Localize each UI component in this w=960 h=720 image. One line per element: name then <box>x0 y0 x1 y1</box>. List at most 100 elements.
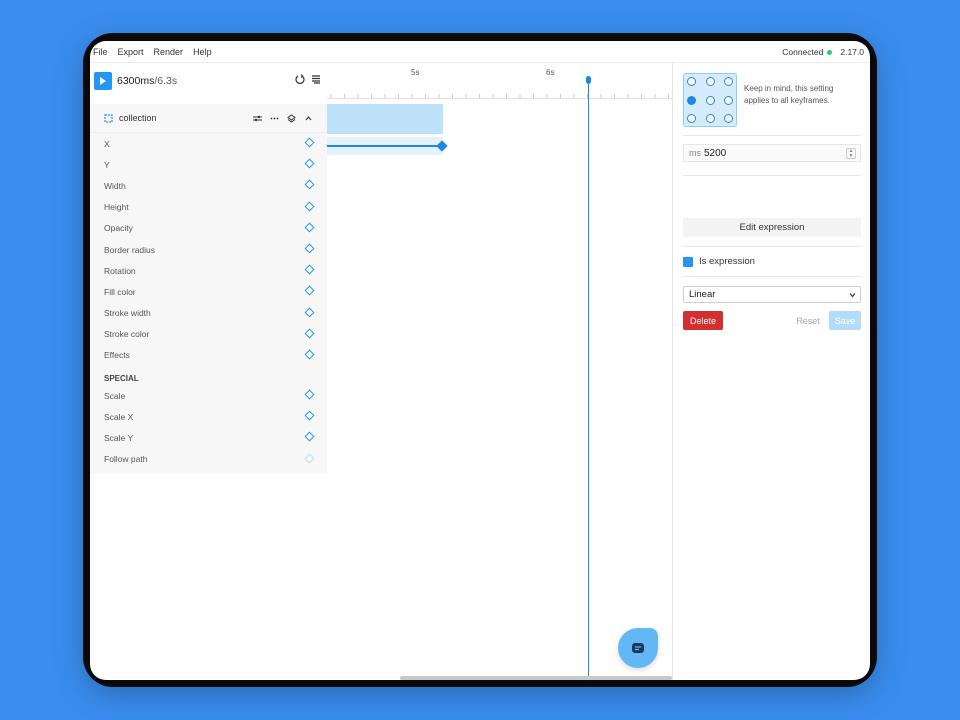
property-label: Width <box>104 180 126 191</box>
property-label: Fill color <box>104 286 136 297</box>
property-label: Height <box>104 202 129 213</box>
keyframe-diamond-icon[interactable] <box>304 264 315 275</box>
chat-button[interactable] <box>618 628 658 668</box>
play-button[interactable] <box>94 71 112 90</box>
keyframe-inspector: Keep in mind, this setting applies to al… <box>672 63 870 680</box>
layer-track-bar[interactable] <box>327 104 443 134</box>
property-label: Scale X <box>104 411 134 422</box>
playhead-line[interactable] <box>588 77 589 680</box>
property-label: Rotation <box>104 265 136 276</box>
divider <box>683 135 861 136</box>
property-row[interactable]: Height <box>90 197 327 218</box>
property-row[interactable]: Rotation <box>90 260 327 281</box>
menu-file[interactable]: File <box>93 47 108 57</box>
divider <box>683 246 861 247</box>
layer-row-collection[interactable]: collection <box>90 104 327 133</box>
menu-bar: File Export Render Help Connected 2.17.0 <box>90 41 870 63</box>
menu-render[interactable]: Render <box>154 47 184 57</box>
property-label: Y <box>104 159 110 170</box>
property-label: Opacity <box>104 223 133 234</box>
divider <box>683 276 861 277</box>
property-row[interactable]: Scale Y <box>90 427 327 448</box>
property-row[interactable]: Effects <box>90 345 327 366</box>
origin-point-top-left[interactable] <box>687 77 696 86</box>
sliders-icon[interactable] <box>253 114 262 123</box>
connection-label: Connected <box>782 47 824 57</box>
more-icon[interactable] <box>270 114 279 123</box>
origin-point-middle-center[interactable] <box>705 95 715 105</box>
loop-icon[interactable] <box>295 74 305 84</box>
transform-origin-grid <box>683 73 737 127</box>
property-row[interactable]: X <box>90 133 327 154</box>
playhead-handle[interactable] <box>586 76 591 84</box>
list-icon[interactable] <box>311 74 321 84</box>
easing-select[interactable]: Linear <box>683 286 861 303</box>
keyframe-diamond-icon[interactable] <box>304 410 315 421</box>
keyframe-time-input[interactable]: ms 5200 ▲ ▼ <box>683 144 861 162</box>
is-expression-label: Is expression <box>699 256 755 267</box>
property-label: Effects <box>104 350 130 361</box>
is-expression-toggle[interactable]: Is expression <box>683 256 755 267</box>
keyframe-diamond-icon[interactable] <box>304 222 315 233</box>
keyframe-diamond-icon[interactable] <box>304 285 315 296</box>
property-row[interactable]: Fill color <box>90 281 327 302</box>
chevron-down-icon <box>849 293 856 298</box>
delete-button[interactable]: Delete <box>683 311 723 330</box>
property-row[interactable]: Stroke width <box>90 303 327 324</box>
origin-point-middle-right[interactable] <box>724 95 733 105</box>
special-heading: SPECIAL <box>104 374 139 384</box>
property-row[interactable]: Scale <box>90 385 327 406</box>
keyframe-diamond-icon[interactable] <box>304 201 315 212</box>
property-label: Stroke width <box>104 308 151 319</box>
edit-expression-button[interactable]: Edit expression <box>683 218 861 237</box>
property-row[interactable]: Follow path <box>90 449 327 470</box>
property-row[interactable]: Y <box>90 154 327 175</box>
origin-point-top-center[interactable] <box>705 77 715 86</box>
menu-help[interactable]: Help <box>193 47 212 57</box>
number-spinner-icon[interactable]: ▲ ▼ <box>846 148 856 159</box>
x-track-line <box>327 145 441 147</box>
ruler-label-5s: 5s <box>411 68 420 77</box>
app-screen: File Export Render Help Connected 2.17.0… <box>90 41 870 680</box>
keyframe-diamond-icon[interactable] <box>304 179 315 190</box>
keyframe-diamond-icon[interactable] <box>304 328 315 339</box>
reset-button[interactable]: Reset <box>790 311 826 330</box>
origin-point-bottom-center[interactable] <box>705 114 715 123</box>
menu-export[interactable]: Export <box>118 47 144 57</box>
layer-name: collection <box>119 113 157 123</box>
chevron-up-icon[interactable] <box>304 114 313 123</box>
keyframe-diamond-icon[interactable] <box>304 453 315 464</box>
property-row[interactable]: Stroke color <box>90 324 327 345</box>
keyframe-diamond-icon[interactable] <box>304 349 315 360</box>
keyframe-diamond-icon[interactable] <box>304 307 315 317</box>
origin-point-bottom-left[interactable] <box>687 114 696 123</box>
connection-dot-icon <box>827 49 833 55</box>
properties-panel: collection X Y Width Height Opacity Border ra… <box>90 104 327 474</box>
special-property-list: Scale Scale X Scale Y Follow path <box>90 385 327 470</box>
save-button[interactable]: Save <box>829 311 861 330</box>
keyframe-diamond-icon[interactable] <box>304 389 315 400</box>
property-row[interactable]: Width <box>90 175 327 196</box>
horizontal-scrollbar[interactable] <box>400 676 672 680</box>
layers-icon[interactable] <box>287 114 296 123</box>
property-row[interactable]: Opacity <box>90 218 327 239</box>
divider <box>683 175 861 176</box>
chat-icon <box>632 643 644 653</box>
timeline-ruler[interactable]: 5s 6s <box>327 63 672 99</box>
property-row[interactable]: Scale X <box>90 406 327 427</box>
origin-point-middle-left[interactable] <box>687 95 696 105</box>
keyframe-diamond-icon[interactable] <box>304 158 315 169</box>
property-row[interactable]: Border radius <box>90 239 327 260</box>
property-label: Follow path <box>104 454 148 465</box>
property-label: Scale Y <box>104 433 134 444</box>
property-label: Border radius <box>104 244 156 255</box>
keyframe-diamond-icon[interactable] <box>304 243 315 254</box>
easing-value: Linear <box>689 289 716 300</box>
origin-point-top-right[interactable] <box>724 77 733 86</box>
keyframe-diamond-icon[interactable] <box>304 431 315 442</box>
checkbox-checked-icon[interactable] <box>683 256 693 267</box>
ms-value: 5200 <box>704 147 727 159</box>
keyframe-diamond-icon[interactable] <box>304 137 315 148</box>
origin-point-bottom-right[interactable] <box>724 114 733 123</box>
property-label: X <box>104 138 110 149</box>
